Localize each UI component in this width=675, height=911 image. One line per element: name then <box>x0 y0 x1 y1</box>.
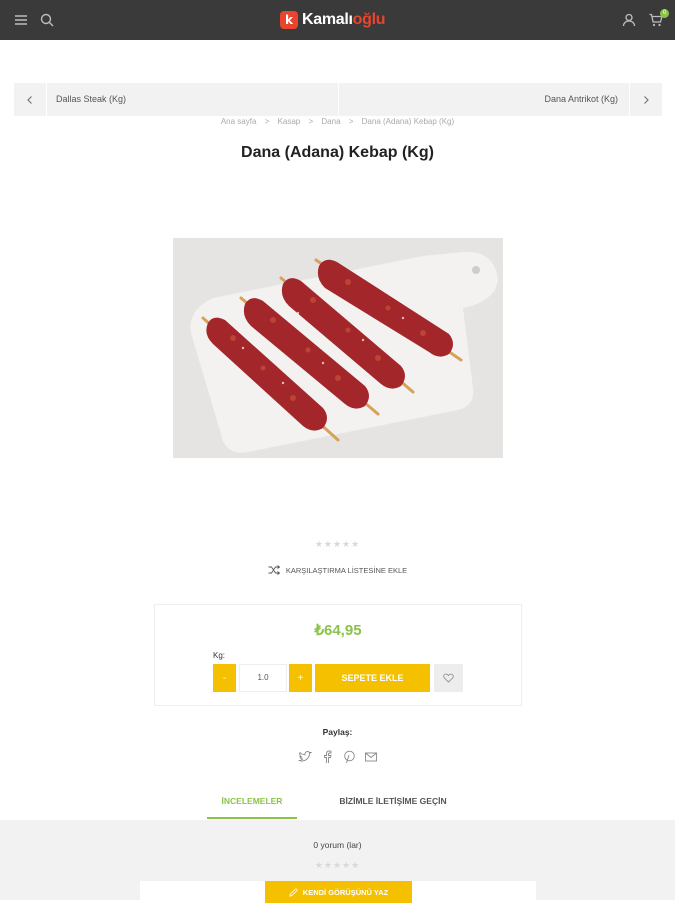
logo-text-main: Kamalı <box>302 11 353 28</box>
quantity-decrease-button[interactable]: - <box>213 664 236 692</box>
prev-product-link[interactable]: Dallas Steak (Kg) <box>56 94 126 104</box>
review-rating-stars: ★★★★★ <box>314 860 361 870</box>
add-to-compare-link[interactable]: KARŞILAŞTIRMA LİSTESİNE EKLE <box>0 565 675 575</box>
prev-product-button[interactable] <box>14 83 46 116</box>
breadcrumb-separator: > <box>348 117 354 126</box>
kebab-skewers-photo <box>173 238 503 458</box>
breadcrumb: Ana sayfa > Kasap > Dana > Dana (Adana) … <box>0 117 675 126</box>
buy-box: ₺64,95 Kg: - 1.0 + SEPETE EKLE <box>154 604 522 706</box>
write-review-label: KENDİ GÖRÜŞÜNÜ YAZ <box>302 887 389 897</box>
product-price: ₺64,95 <box>314 622 362 639</box>
quantity-input[interactable]: 1.0 <box>239 664 287 692</box>
divider <box>46 83 47 116</box>
add-to-cart-button[interactable]: SEPETE EKLE <box>315 664 430 692</box>
search-icon[interactable] <box>39 12 55 28</box>
product-image[interactable] <box>173 238 503 458</box>
email-icon[interactable] <box>364 750 378 764</box>
breadcrumb-item-dana[interactable]: Dana <box>321 117 340 126</box>
shuffle-icon <box>268 565 280 575</box>
chevron-left-icon <box>27 95 32 104</box>
breadcrumb-item-home[interactable]: Ana sayfa <box>221 117 257 126</box>
reviews-panel: 0 yorum (lar) ★★★★★ KENDİ GÖRÜŞÜNÜ YAZ <box>0 820 675 911</box>
share-label: Paylaş: <box>322 727 353 737</box>
add-to-wishlist-button[interactable] <box>434 664 463 692</box>
share-icons <box>0 750 675 764</box>
tab-reviews[interactable]: İNCELEMELER <box>207 788 297 819</box>
breadcrumb-item-current: Dana (Adana) Kebap (Kg) <box>361 117 455 126</box>
page-title: Dana (Adana) Kebap (Kg) <box>241 144 434 161</box>
cart-count-badge: 0 <box>660 9 669 18</box>
pencil-icon <box>289 887 298 897</box>
top-header: k Kamalıoğlu 0 <box>0 0 675 40</box>
logo-text-accent: oğlu <box>352 11 386 28</box>
product-rating-stars: ★★★★★ <box>314 539 361 549</box>
breadcrumb-item-kasap[interactable]: Kasap <box>278 117 301 126</box>
heart-icon <box>443 673 454 683</box>
quantity-increase-button[interactable]: + <box>289 664 312 692</box>
twitter-icon[interactable] <box>297 750 312 764</box>
next-product-button[interactable] <box>630 83 662 116</box>
product-tabs: İNCELEMELER BİZİMLE İLETİŞİME GEÇİN <box>0 788 675 820</box>
tab-contact-us[interactable]: BİZİMLE İLETİŞİME GEÇİN <box>318 788 468 819</box>
site-logo[interactable]: k Kamalıoğlu <box>280 10 386 30</box>
chevron-right-icon <box>644 95 649 104</box>
pinterest-icon[interactable] <box>342 750 356 764</box>
facebook-icon[interactable] <box>320 750 334 764</box>
product-prev-next-nav: Dallas Steak (Kg) Dana Antrikot (Kg) <box>14 83 662 116</box>
user-icon[interactable] <box>621 12 637 28</box>
compare-label: KARŞILAŞTIRMA LİSTESİNE EKLE <box>285 565 408 575</box>
breadcrumb-separator: > <box>308 117 314 126</box>
menu-icon[interactable] <box>13 12 29 28</box>
logo-mark: k <box>280 11 298 29</box>
review-count: 0 yorum (lar) <box>313 840 362 850</box>
divider <box>338 83 339 116</box>
breadcrumb-separator: > <box>264 117 270 126</box>
quantity-label: Kg: <box>213 651 226 660</box>
next-product-link[interactable]: Dana Antrikot (Kg) <box>544 94 618 104</box>
logo-text: Kamalıoğlu <box>302 11 386 29</box>
